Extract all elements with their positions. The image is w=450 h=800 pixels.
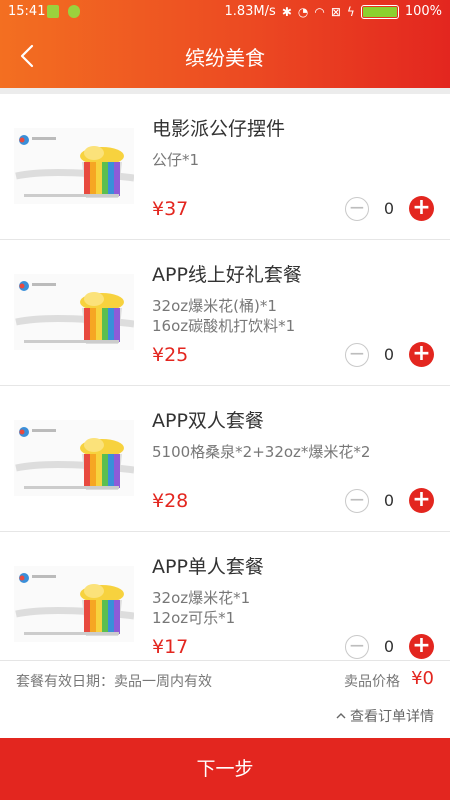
product-item[interactable]: APP线上好礼套餐 32oz爆米花(桶)*1 16oz碳酸机打饮料*1 ¥25 −… — [0, 240, 450, 386]
sim-icon: ⊠ — [330, 4, 341, 19]
product-description: 5100格桑泉*2+32oz*爆米花*2 — [152, 442, 370, 462]
product-item[interactable]: APP单人套餐 32oz爆米花*1 12oz可乐*1 ¥17 − 0 + — [0, 532, 450, 660]
quantity-stepper[interactable]: − 0 + — [345, 488, 434, 513]
quantity-value: 0 — [383, 199, 395, 218]
bluetooth-icon: ✱ — [281, 4, 292, 19]
quantity-value: 0 — [383, 345, 395, 364]
product-price: ¥25 — [152, 344, 189, 366]
product-image — [14, 420, 135, 496]
increase-button[interactable]: + — [409, 342, 434, 367]
product-name: APP双人套餐 — [152, 410, 264, 432]
top-bar: 15:41 1.83M/s ✱ ◔ ◠ ⊠ ϟ 100% 缤纷美食 — [0, 0, 450, 88]
status-time: 15:41 — [8, 4, 46, 19]
view-order-details-label: 查看订单详情 — [350, 709, 434, 725]
product-description-line: 32oz爆米花*1 — [152, 589, 251, 607]
quantity-value: 0 — [383, 491, 395, 510]
product-image — [14, 566, 135, 642]
product-list[interactable]: 电影派公仔摆件 公仔*1 ¥37 − 0 + APP线上好礼套餐 32oz爆米花… — [0, 94, 450, 660]
decrease-button[interactable]: − — [345, 634, 369, 659]
alarm-icon: ◔ — [297, 4, 309, 19]
network-speed: 1.83M/s — [224, 4, 276, 19]
decrease-button[interactable]: − — [345, 342, 369, 367]
price-label: 卖品价格 — [344, 674, 400, 690]
quantity-stepper[interactable]: − 0 + — [345, 634, 434, 659]
quantity-value: 0 — [383, 637, 395, 656]
product-price: ¥28 — [152, 490, 189, 512]
product-description: 32oz爆米花*1 12oz可乐*1 — [152, 588, 250, 628]
status-right: 1.83M/s ✱ ◔ ◠ ⊠ ϟ 100% — [224, 4, 442, 19]
product-description: 32oz爆米花(桶)*1 16oz碳酸机打饮料*1 — [152, 296, 295, 336]
product-price: ¥37 — [152, 198, 189, 220]
product-description-line: 16oz碳酸机打饮料*1 — [152, 317, 296, 335]
product-name: 电影派公仔摆件 — [152, 118, 286, 140]
battery-icon — [360, 4, 399, 19]
increase-button[interactable]: + — [409, 196, 434, 221]
page-title: 缤纷美食 — [185, 46, 265, 70]
product-description-line: 32oz爆米花(桶)*1 — [152, 297, 277, 315]
battery-level: 100% — [404, 4, 442, 19]
product-description-line: 12oz可乐*1 — [152, 609, 236, 627]
validity-text: 套餐有效日期：卖品一周内有效 — [16, 674, 212, 690]
decrease-button[interactable]: − — [345, 196, 369, 221]
notification-icon — [47, 5, 59, 18]
decrease-button[interactable]: − — [345, 488, 369, 513]
product-price: ¥17 — [152, 636, 189, 658]
product-description-line: 5100格桑泉*2+32oz*爆米花*2 — [152, 443, 371, 461]
next-step-button[interactable]: 下一步 — [0, 738, 450, 800]
product-image — [14, 274, 135, 350]
charging-icon: ϟ — [346, 4, 355, 19]
status-bar: 15:41 1.83M/s ✱ ◔ ◠ ⊠ ϟ 100% — [0, 0, 450, 24]
view-order-details-link[interactable]: 查看订单详情 — [335, 706, 434, 726]
product-image — [14, 128, 135, 204]
nav-bar: 缤纷美食 — [0, 24, 450, 88]
increase-button[interactable]: + — [409, 488, 434, 513]
total-price: ¥0 — [411, 668, 434, 689]
product-item[interactable]: 电影派公仔摆件 公仔*1 ¥37 − 0 + — [0, 94, 450, 240]
product-description: 公仔*1 — [152, 150, 199, 170]
app-notification-icon — [68, 5, 80, 18]
product-name: APP线上好礼套餐 — [152, 264, 302, 286]
chevron-up-icon — [336, 713, 346, 719]
product-name: APP单人套餐 — [152, 556, 264, 578]
order-summary: 套餐有效日期：卖品一周内有效 卖品价格 ¥0 — [0, 660, 450, 700]
wifi-icon: ◠ — [314, 4, 325, 19]
increase-button[interactable]: + — [409, 634, 434, 659]
quantity-stepper[interactable]: − 0 + — [345, 196, 434, 221]
quantity-stepper[interactable]: − 0 + — [345, 342, 434, 367]
product-description-line: 公仔*1 — [152, 151, 200, 169]
product-item[interactable]: APP双人套餐 5100格桑泉*2+32oz*爆米花*2 ¥28 − 0 + — [0, 386, 450, 532]
